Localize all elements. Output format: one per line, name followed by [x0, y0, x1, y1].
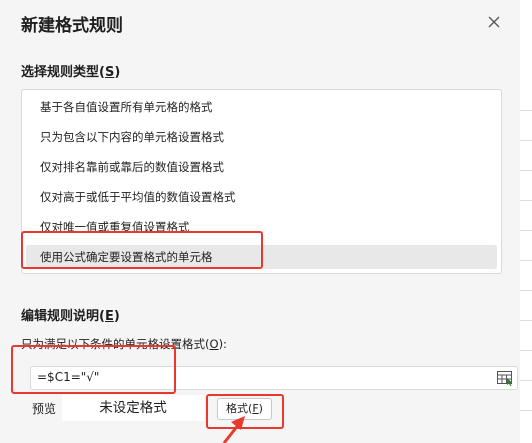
close-icon	[488, 16, 500, 28]
new-format-rule-dialog: 新建格式规则 选择规则类型(S) 基于各自值设置所有单元格的格式 只为包含以下内…	[0, 0, 520, 443]
background-sheet	[520, 0, 532, 443]
rule-item-top-bottom[interactable]: 仅对排名靠前或靠后的数值设置格式	[26, 155, 497, 179]
preview-label: 预览	[32, 402, 57, 416]
rule-type-label: 选择规则类型(S)	[21, 65, 121, 80]
range-select-icon[interactable]	[496, 370, 514, 386]
highlight-box-formula-input	[11, 345, 176, 394]
red-arrow-annotation	[222, 416, 245, 443]
highlight-box-formula-rule	[21, 231, 263, 269]
rule-item-all-cells[interactable]: 基于各自值设置所有单元格的格式	[26, 95, 497, 119]
dialog-title: 新建格式规则	[21, 16, 123, 36]
close-button[interactable]	[484, 12, 504, 32]
preview-box: 未设定格式	[62, 395, 204, 421]
rule-item-above-below-average[interactable]: 仅对高于或低于平均值的数值设置格式	[26, 185, 497, 209]
rule-item-contains[interactable]: 只为包含以下内容的单元格设置格式	[26, 125, 497, 149]
edit-rule-label: 编辑规则说明(E)	[21, 309, 120, 324]
